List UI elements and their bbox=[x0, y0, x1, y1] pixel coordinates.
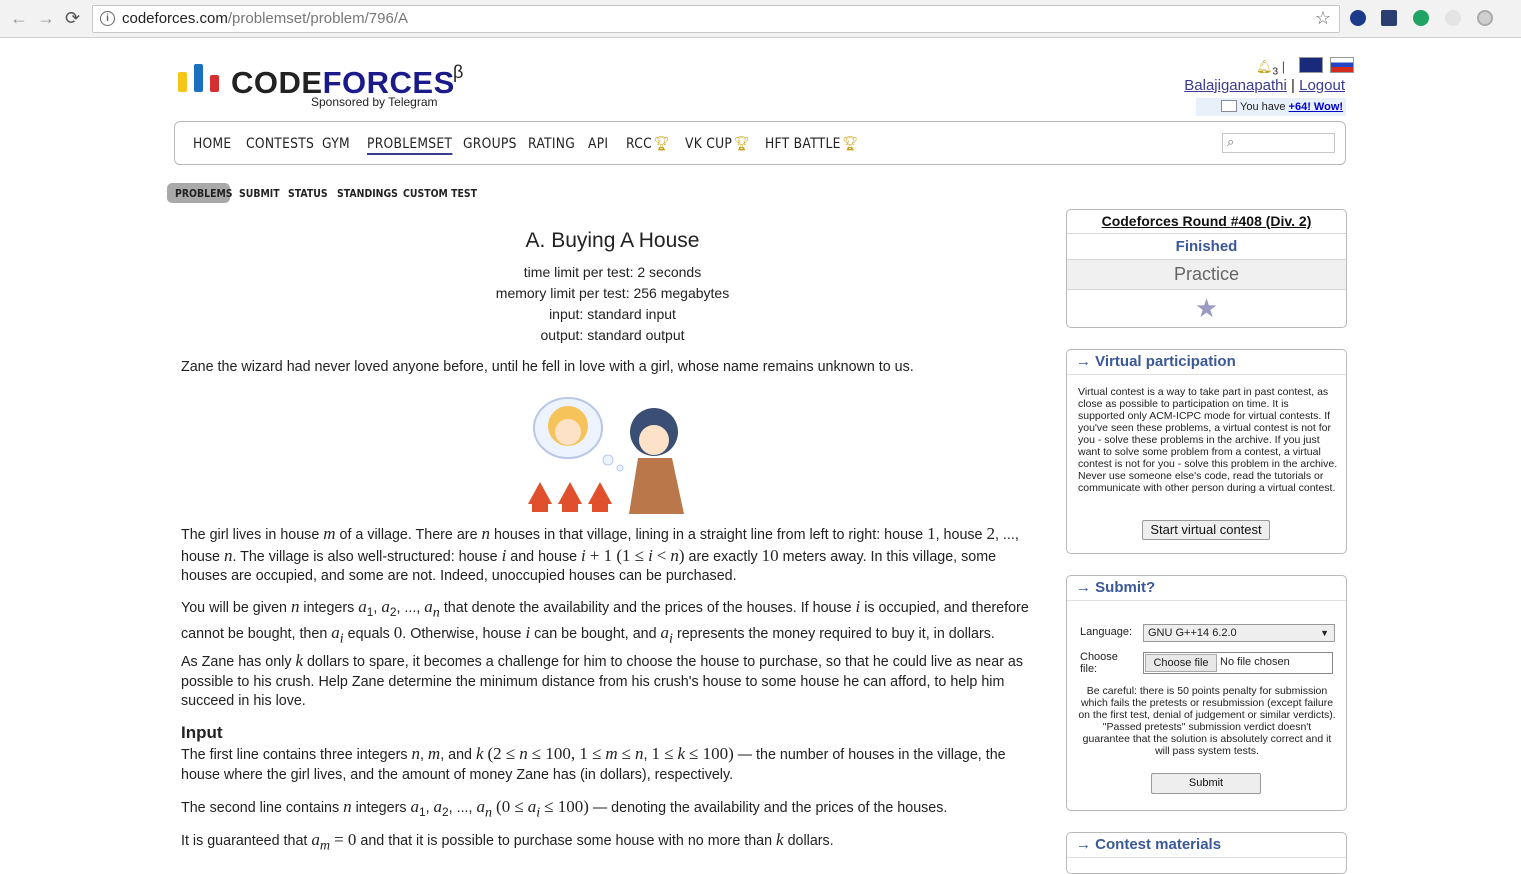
menu-item-hft-battle[interactable]: HFT BATTLE 🏆︎ bbox=[765, 136, 858, 152]
round-link[interactable]: Codeforces Round #408 (Div. 2) bbox=[1102, 213, 1312, 229]
extension-icon[interactable] bbox=[1445, 10, 1461, 26]
logout-link[interactable]: Logout bbox=[1299, 77, 1345, 94]
language-label: Language: bbox=[1080, 626, 1132, 638]
statement-intro: Zane the wizard had never loved anyone b… bbox=[181, 359, 914, 375]
statement-paragraph-1: The girl lives in house m of a village. … bbox=[181, 524, 1019, 584]
submenu-custom-test[interactable]: CUSTOM TEST bbox=[403, 187, 477, 200]
submit-title: → Submit? bbox=[1067, 576, 1346, 601]
choose-file-button[interactable]: Choose file bbox=[1145, 654, 1217, 672]
input-paragraph-1: The first line contains three integers n… bbox=[181, 744, 1006, 783]
english-flag-icon[interactable] bbox=[1298, 57, 1323, 73]
statement-paragraph-3: As Zane has only k dollars to spare, it … bbox=[181, 651, 1024, 709]
virtual-participation-title: → Virtual participation bbox=[1067, 350, 1346, 375]
trophy-icon: 🏆︎ bbox=[733, 136, 750, 152]
round-title: Codeforces Round #408 (Div. 2) bbox=[1067, 210, 1346, 234]
sponsor-text[interactable]: Sponsored by Telegram bbox=[311, 95, 438, 109]
virtual-participation-box: → Virtual participation Virtual contest … bbox=[1066, 349, 1347, 554]
time-limit: time limit per test: 2 seconds bbox=[523, 264, 702, 280]
practice-label: Practice bbox=[1067, 260, 1346, 290]
memory-limit: memory limit per test: 256 megabytes bbox=[495, 285, 730, 301]
forward-icon[interactable]: → bbox=[37, 8, 55, 28]
search-icon: ⌕ bbox=[1227, 134, 1235, 149]
extension-icon[interactable] bbox=[1477, 10, 1493, 26]
problem-title: A. Buying A House bbox=[525, 229, 700, 252]
dropdown-arrow-icon: ▼ bbox=[1320, 628, 1329, 638]
menu-item-home[interactable]: HOME bbox=[193, 136, 231, 152]
menu-item-rcc[interactable]: RCC 🏆︎ bbox=[626, 136, 670, 152]
start-virtual-contest-button[interactable]: Start virtual contest bbox=[1142, 520, 1270, 540]
browser-toolbar: ← → ⟳ i codeforces.com/problemset/proble… bbox=[0, 0, 1521, 38]
menu-item-api[interactable]: API bbox=[588, 136, 608, 152]
submenu-standings[interactable]: STANDINGS bbox=[337, 187, 398, 200]
submenu-submit[interactable]: SUBMIT bbox=[239, 187, 280, 200]
submit-button[interactable]: Submit bbox=[1151, 773, 1261, 794]
input-section-title: Input bbox=[181, 723, 223, 742]
problem-illustration bbox=[528, 397, 684, 514]
problem-limits: time limit per test: 2 seconds memory li… bbox=[180, 262, 1045, 346]
submenu-status[interactable]: STATUS bbox=[288, 187, 328, 200]
menu-item-rating[interactable]: RATING bbox=[528, 136, 575, 152]
input-paragraph-2: The second line contains n integers a1, … bbox=[181, 797, 948, 821]
messages-banner: You have +64! Wow! bbox=[1196, 98, 1346, 116]
reload-icon[interactable]: ⟳ bbox=[65, 8, 80, 28]
messages-link[interactable]: +64! Wow! bbox=[1289, 101, 1344, 113]
main-menu: HOME CONTESTS GYM PROBLEMSET GROUPS RATI… bbox=[174, 121, 1346, 165]
user-links: Balajiganapathi | Logout bbox=[1184, 77, 1345, 94]
favorite-star-icon[interactable]: ★ bbox=[1067, 290, 1346, 327]
bookmark-star-icon[interactable]: ☆ bbox=[1315, 8, 1331, 29]
info-icon[interactable]: i bbox=[100, 11, 115, 26]
file-status: No file chosen bbox=[1220, 656, 1290, 668]
round-box: Codeforces Round #408 (Div. 2) Finished … bbox=[1066, 209, 1347, 328]
menu-item-gym[interactable]: GYM bbox=[322, 136, 350, 152]
envelope-icon[interactable] bbox=[1221, 100, 1237, 112]
extension-icon[interactable] bbox=[1350, 10, 1366, 26]
russian-flag-icon[interactable] bbox=[1330, 57, 1355, 73]
extension-icon[interactable] bbox=[1413, 10, 1429, 26]
menu-item-groups[interactable]: GROUPS bbox=[463, 136, 517, 152]
statement-paragraph-2: You will be given n integers a1, a2, ...… bbox=[181, 597, 1029, 647]
notify-count[interactable]: 3 bbox=[1273, 67, 1279, 78]
submenu-problems[interactable]: PROBLEMS bbox=[175, 187, 233, 200]
menu-item-contests[interactable]: CONTESTS bbox=[246, 136, 314, 152]
back-icon[interactable]: ← bbox=[10, 8, 28, 28]
search-input[interactable]: ⌕ bbox=[1222, 133, 1335, 153]
input-paragraph-3: It is guaranteed that am = 0 and that it… bbox=[181, 830, 834, 854]
menu-item-vk-cup[interactable]: VK CUP 🏆︎ bbox=[685, 136, 750, 152]
url-text[interactable]: codeforces.com/problemset/problem/796/A bbox=[122, 10, 408, 27]
round-status: Finished bbox=[1067, 234, 1346, 260]
file-input[interactable]: Choose file No file chosen bbox=[1143, 652, 1333, 674]
bell-icon[interactable]: 🔔︎ bbox=[1256, 59, 1273, 74]
submit-box: → Submit? Language: GNU G++14 6.2.0 ▼ Cho… bbox=[1066, 575, 1347, 811]
trophy-icon: 🏆︎ bbox=[842, 136, 859, 152]
output-spec: output: standard output bbox=[540, 327, 685, 343]
language-select[interactable]: GNU G++14 6.2.0 ▼ bbox=[1143, 624, 1335, 642]
extension-icon[interactable] bbox=[1381, 10, 1397, 26]
header-icons: 🔔︎3 | bbox=[1256, 55, 1355, 78]
logo-beta: β bbox=[453, 62, 464, 82]
virtual-participation-text: Virtual contest is a way to take part in… bbox=[1078, 386, 1338, 494]
contest-materials-box: → Contest materials bbox=[1066, 832, 1347, 874]
penalty-warning: Be careful: there is 50 points penalty f… bbox=[1078, 685, 1336, 757]
username-link[interactable]: Balajiganapathi bbox=[1184, 77, 1287, 94]
address-bar[interactable]: i codeforces.com/problemset/problem/796/… bbox=[92, 5, 1340, 33]
input-spec: input: standard input bbox=[549, 306, 676, 322]
file-label: Choose file: bbox=[1080, 651, 1118, 675]
trophy-icon: 🏆︎ bbox=[653, 136, 670, 152]
menu-item-problemset[interactable]: PROBLEMSET bbox=[367, 136, 453, 155]
